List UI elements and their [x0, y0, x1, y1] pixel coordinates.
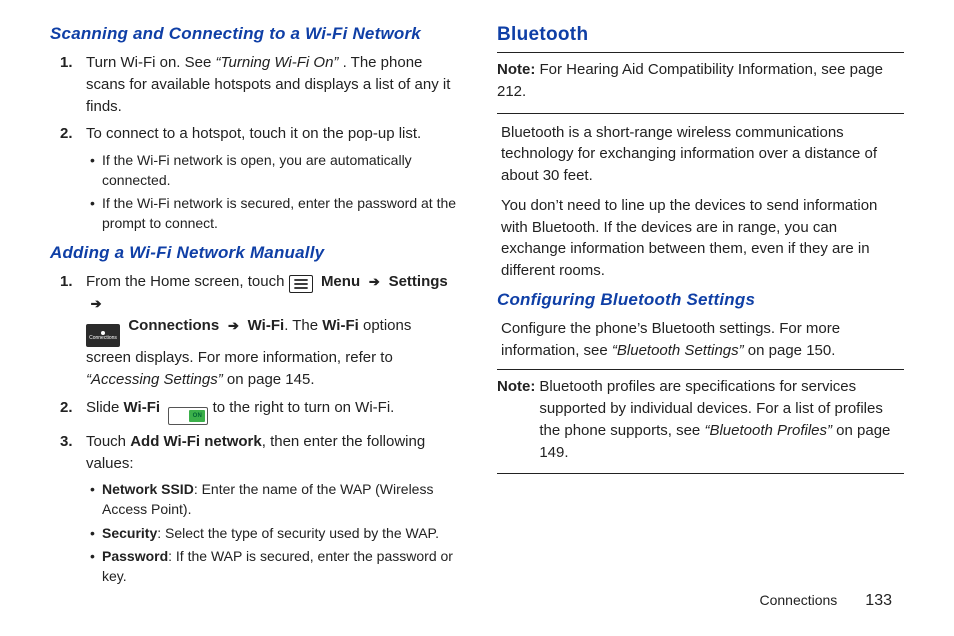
- step-number: 1.: [60, 52, 73, 74]
- menu-label: Menu: [317, 273, 360, 290]
- add-wifi-label: Add Wi-Fi network: [130, 433, 262, 450]
- text: to the right to turn on Wi-Fi.: [213, 399, 395, 416]
- heading-configuring-bluetooth: Configuring Bluetooth Settings: [497, 290, 904, 310]
- wifi-toggle-icon: ON: [168, 407, 208, 425]
- step-text: Touch Add Wi-Fi network, then enter the …: [86, 433, 425, 472]
- step-number: 1.: [60, 271, 73, 293]
- field-key: Password: [102, 548, 168, 564]
- heading-bluetooth: Bluetooth: [497, 24, 904, 46]
- field-key: Security: [102, 525, 157, 541]
- list-item: 1. From the Home screen, touch Menu ➔ Se…: [86, 271, 457, 390]
- paragraph: You don’t need to line up the devices to…: [501, 195, 904, 282]
- text: From the Home screen, touch: [86, 273, 289, 290]
- toggle-on-label: ON: [189, 410, 205, 422]
- text: Touch: [86, 433, 130, 450]
- text: on page 150.: [744, 342, 836, 359]
- arrow-icon: ➔: [223, 318, 243, 333]
- step-text: Slide Wi-Fi ON to the right to turn on W…: [86, 399, 394, 416]
- right-column: Bluetooth Note: For Hearing Aid Compatib…: [497, 20, 904, 600]
- value-bullets: Network SSID: Enter the name of the WAP …: [86, 480, 457, 586]
- wifi-label: Wi-Fi: [124, 399, 161, 416]
- step-text: To connect to a hotspot, touch it on the…: [86, 125, 421, 142]
- step-number: 2.: [60, 397, 73, 419]
- step-number: 3.: [60, 431, 73, 453]
- heading-scanning: Scanning and Connecting to a Wi-Fi Netwo…: [50, 24, 457, 44]
- ref-bluetooth-settings: “Bluetooth Settings”: [612, 342, 744, 359]
- note-label: Note:: [497, 61, 535, 78]
- paragraph: Configure the phone’s Bluetooth settings…: [501, 318, 904, 362]
- note-text: Bluetooth profiles are specifications fo…: [539, 376, 904, 463]
- scanning-steps: 1. Turn Wi-Fi on. See “Turning Wi-Fi On”…: [50, 52, 457, 233]
- list-item: Password: If the WAP is secured, enter t…: [102, 547, 457, 586]
- icon-caption: Connections: [89, 336, 117, 341]
- list-item: Security: Select the type of security us…: [102, 524, 457, 544]
- arrow-icon: ➔: [86, 296, 103, 311]
- step-number: 2.: [60, 123, 73, 145]
- left-column: Scanning and Connecting to a Wi-Fi Netwo…: [50, 20, 457, 600]
- list-item: If the Wi-Fi network is secured, enter t…: [102, 194, 457, 233]
- note-text: For Hearing Aid Compatibility Informatio…: [497, 61, 883, 100]
- settings-label: Settings: [389, 273, 448, 290]
- list-item: 3. Touch Add Wi-Fi network, then enter t…: [86, 431, 457, 586]
- ref-turning-wifi-on: “Turning Wi-Fi On”: [215, 54, 338, 71]
- connections-label: Connections: [124, 317, 219, 334]
- divider: [497, 473, 904, 474]
- menu-icon: [289, 275, 313, 293]
- adding-steps: 1. From the Home screen, touch Menu ➔ Se…: [50, 271, 457, 586]
- list-item: 2. To connect to a hotspot, touch it on …: [86, 123, 457, 233]
- list-item: 2. Slide Wi-Fi ON to the right to turn o…: [86, 397, 457, 425]
- text: on page 145.: [223, 371, 315, 388]
- footer-section: Connections: [759, 592, 837, 608]
- wifi-bold: Wi-Fi: [322, 317, 359, 334]
- ref-bluetooth-profiles: “Bluetooth Profiles”: [704, 422, 832, 439]
- list-item: If the Wi-Fi network is open, you are au…: [102, 151, 457, 190]
- note-label: Note:: [497, 376, 539, 463]
- text: Turn Wi-Fi on. See: [86, 54, 215, 71]
- sub-bullets: If the Wi-Fi network is open, you are au…: [86, 151, 457, 233]
- arrow-icon: ➔: [364, 274, 384, 289]
- heading-adding-manually: Adding a Wi-Fi Network Manually: [50, 243, 457, 263]
- divider: [497, 113, 904, 114]
- field-desc: : Select the type of security used by th…: [157, 525, 439, 541]
- step-text: From the Home screen, touch Menu ➔ Setti…: [86, 273, 448, 388]
- page-footer: Connections 133: [0, 592, 954, 610]
- footer-page-number: 133: [865, 592, 892, 610]
- list-item: Network SSID: Enter the name of the WAP …: [102, 480, 457, 519]
- text: Slide: [86, 399, 124, 416]
- note-hearing-aid: Note: For Hearing Aid Compatibility Info…: [497, 59, 904, 103]
- page-body: Scanning and Connecting to a Wi-Fi Netwo…: [0, 0, 954, 600]
- text: . The: [284, 317, 322, 334]
- field-key: Network SSID: [102, 481, 194, 497]
- divider: [497, 52, 904, 53]
- divider: [497, 369, 904, 370]
- step-text: Turn Wi-Fi on. See “Turning Wi-Fi On” . …: [86, 54, 450, 115]
- connections-icon: Connections: [86, 324, 120, 347]
- list-item: 1. Turn Wi-Fi on. See “Turning Wi-Fi On”…: [86, 52, 457, 117]
- paragraph: Bluetooth is a short-range wireless comm…: [501, 122, 904, 187]
- wifi-label: Wi-Fi: [248, 317, 285, 334]
- note-bluetooth-profiles: Note: Bluetooth profiles are specificati…: [497, 376, 904, 463]
- ref-accessing-settings: “Accessing Settings”: [86, 371, 223, 388]
